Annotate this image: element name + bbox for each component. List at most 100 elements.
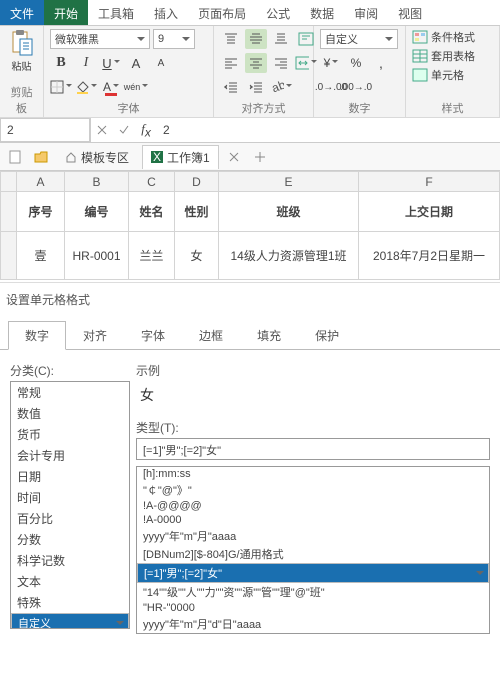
workbook-tab[interactable]: X工作簿1 <box>142 145 219 169</box>
percent-button[interactable]: % <box>345 53 367 73</box>
cell[interactable]: 上交日期 <box>359 192 500 232</box>
inc-decimal-button[interactable]: .0→.00 <box>320 77 342 97</box>
font-shrink-button[interactable]: A <box>150 53 172 73</box>
category-item[interactable]: 日期 <box>11 466 129 487</box>
row-header[interactable] <box>1 192 17 232</box>
tab-start[interactable]: 开始 <box>44 0 88 25</box>
dlg-tab-fill[interactable]: 填充 <box>240 321 298 350</box>
col-header[interactable]: E <box>219 172 359 192</box>
type-item[interactable]: yyyy"年"m"月"aaaa <box>137 527 489 545</box>
currency-button[interactable]: ¥ <box>320 53 342 73</box>
col-header[interactable]: D <box>175 172 219 192</box>
dlg-tab-border[interactable]: 边框 <box>182 321 240 350</box>
cell[interactable]: 性别 <box>175 192 219 232</box>
type-item[interactable]: !A-0000 <box>137 513 489 527</box>
new-sheet-button[interactable] <box>4 147 26 167</box>
type-item[interactable]: yyyy"年"m"月"d"日"aaaa <box>137 615 489 633</box>
dlg-tab-protect[interactable]: 保护 <box>298 321 356 350</box>
italic-button[interactable]: I <box>75 53 97 73</box>
font-color-button[interactable]: A <box>100 77 122 97</box>
underline-button[interactable]: U <box>100 53 122 73</box>
col-header[interactable]: B <box>65 172 129 192</box>
dec-decimal-button[interactable]: .00→.0 <box>345 77 367 97</box>
tab-view[interactable]: 视图 <box>388 0 432 25</box>
dlg-tab-number[interactable]: 数字 <box>8 321 66 350</box>
indent-dec-button[interactable] <box>220 77 242 97</box>
tab-insert[interactable]: 插入 <box>144 0 188 25</box>
cell[interactable]: 班级 <box>219 192 359 232</box>
bold-button[interactable]: B <box>50 53 72 73</box>
name-box[interactable]: 2 <box>0 118 90 142</box>
dlg-tab-align[interactable]: 对齐 <box>66 321 124 350</box>
fill-color-button[interactable] <box>75 77 97 97</box>
font-size-select[interactable]: 9 <box>153 29 195 49</box>
type-item[interactable]: "￠"@"》" <box>137 481 489 499</box>
comma-button[interactable]: , <box>370 53 392 73</box>
cell[interactable]: 女 <box>175 232 219 280</box>
category-list[interactable]: 常规数值货币会计专用日期时间百分比分数科学记数文本特殊自定义 <box>10 381 130 629</box>
type-list[interactable]: [h]:mm:ss"￠"@"》"!A-@@@@!A-0000yyyy"年"m"月… <box>136 466 490 634</box>
indent-inc-button[interactable] <box>245 77 267 97</box>
align-top-button[interactable] <box>220 29 242 49</box>
cell[interactable]: 姓名 <box>129 192 175 232</box>
tab-formula[interactable]: 公式 <box>256 0 300 25</box>
font-grow-button[interactable]: A <box>125 53 147 73</box>
type-item[interactable]: "HR-"0000 <box>137 601 489 615</box>
type-item[interactable]: [=1]"男";[=2]"女" <box>137 563 489 583</box>
align-bottom-button[interactable] <box>270 29 292 49</box>
col-header[interactable]: F <box>359 172 500 192</box>
category-item[interactable]: 特殊 <box>11 592 129 613</box>
align-left-button[interactable] <box>220 53 242 73</box>
category-item[interactable]: 时间 <box>11 487 129 508</box>
orientation-button[interactable]: ab <box>270 77 292 97</box>
conditional-format-button[interactable]: 条件格式 <box>412 29 475 45</box>
category-item[interactable]: 文本 <box>11 571 129 592</box>
table-style-button[interactable]: 套用表格 <box>412 48 475 64</box>
tab-review[interactable]: 审阅 <box>344 0 388 25</box>
align-center-button[interactable] <box>245 53 267 73</box>
formula-input[interactable]: 2 <box>157 123 500 137</box>
cell[interactable]: 编号 <box>65 192 129 232</box>
cell[interactable]: 壹 <box>17 232 65 280</box>
tab-toolbox[interactable]: 工具箱 <box>88 0 144 25</box>
type-item[interactable]: !A-@@@@ <box>137 499 489 513</box>
col-header[interactable]: C <box>129 172 175 192</box>
category-item[interactable]: 百分比 <box>11 508 129 529</box>
category-item[interactable]: 常规 <box>11 382 129 403</box>
cell[interactable]: HR-0001 <box>65 232 129 280</box>
spreadsheet-grid[interactable]: A B C D E F 序号 编号 姓名 性别 班级 上交日期 壹 HR-000… <box>0 171 500 280</box>
number-format-select[interactable]: 自定义 <box>320 29 398 49</box>
cell[interactable]: 2018年7月2日星期一 <box>359 232 500 280</box>
cell[interactable]: 序号 <box>17 192 65 232</box>
row-header[interactable] <box>1 232 17 280</box>
fx-button[interactable]: fx <box>135 120 157 140</box>
type-item[interactable]: [DBNum2][$-804]G/通用格式 <box>137 545 489 563</box>
confirm-button[interactable] <box>113 120 135 140</box>
cell[interactable]: 兰兰 <box>129 232 175 280</box>
close-tab-button[interactable] <box>223 147 245 167</box>
category-item[interactable]: 科学记数 <box>11 550 129 571</box>
dlg-tab-font[interactable]: 字体 <box>124 321 182 350</box>
category-item[interactable]: 分数 <box>11 529 129 550</box>
align-right-button[interactable] <box>270 53 292 73</box>
type-item[interactable]: [h]:mm:ss <box>137 467 489 481</box>
category-item[interactable]: 会计专用 <box>11 445 129 466</box>
cell-style-button[interactable]: 单元格 <box>412 67 464 83</box>
paste-button[interactable]: 粘贴 <box>6 29 37 73</box>
add-tab-button[interactable] <box>249 147 271 167</box>
type-item[interactable]: "14""级""人""力""资""源""管""理"@"班" <box>137 583 489 601</box>
type-input[interactable]: [=1]"男";[=2]"女" <box>136 438 490 460</box>
tab-data[interactable]: 数据 <box>300 0 344 25</box>
cancel-button[interactable] <box>91 120 113 140</box>
phonetic-button[interactable]: wén <box>125 77 147 97</box>
tab-layout[interactable]: 页面布局 <box>188 0 256 25</box>
cell[interactable]: 14级人力资源管理1班 <box>219 232 359 280</box>
category-item[interactable]: 数值 <box>11 403 129 424</box>
open-button[interactable] <box>30 147 52 167</box>
border-button[interactable] <box>50 77 72 97</box>
col-header[interactable]: A <box>17 172 65 192</box>
category-item[interactable]: 货币 <box>11 424 129 445</box>
category-item[interactable]: 自定义 <box>11 613 129 629</box>
template-tab[interactable]: 模板专区 <box>56 145 138 169</box>
select-all-corner[interactable] <box>1 172 17 192</box>
